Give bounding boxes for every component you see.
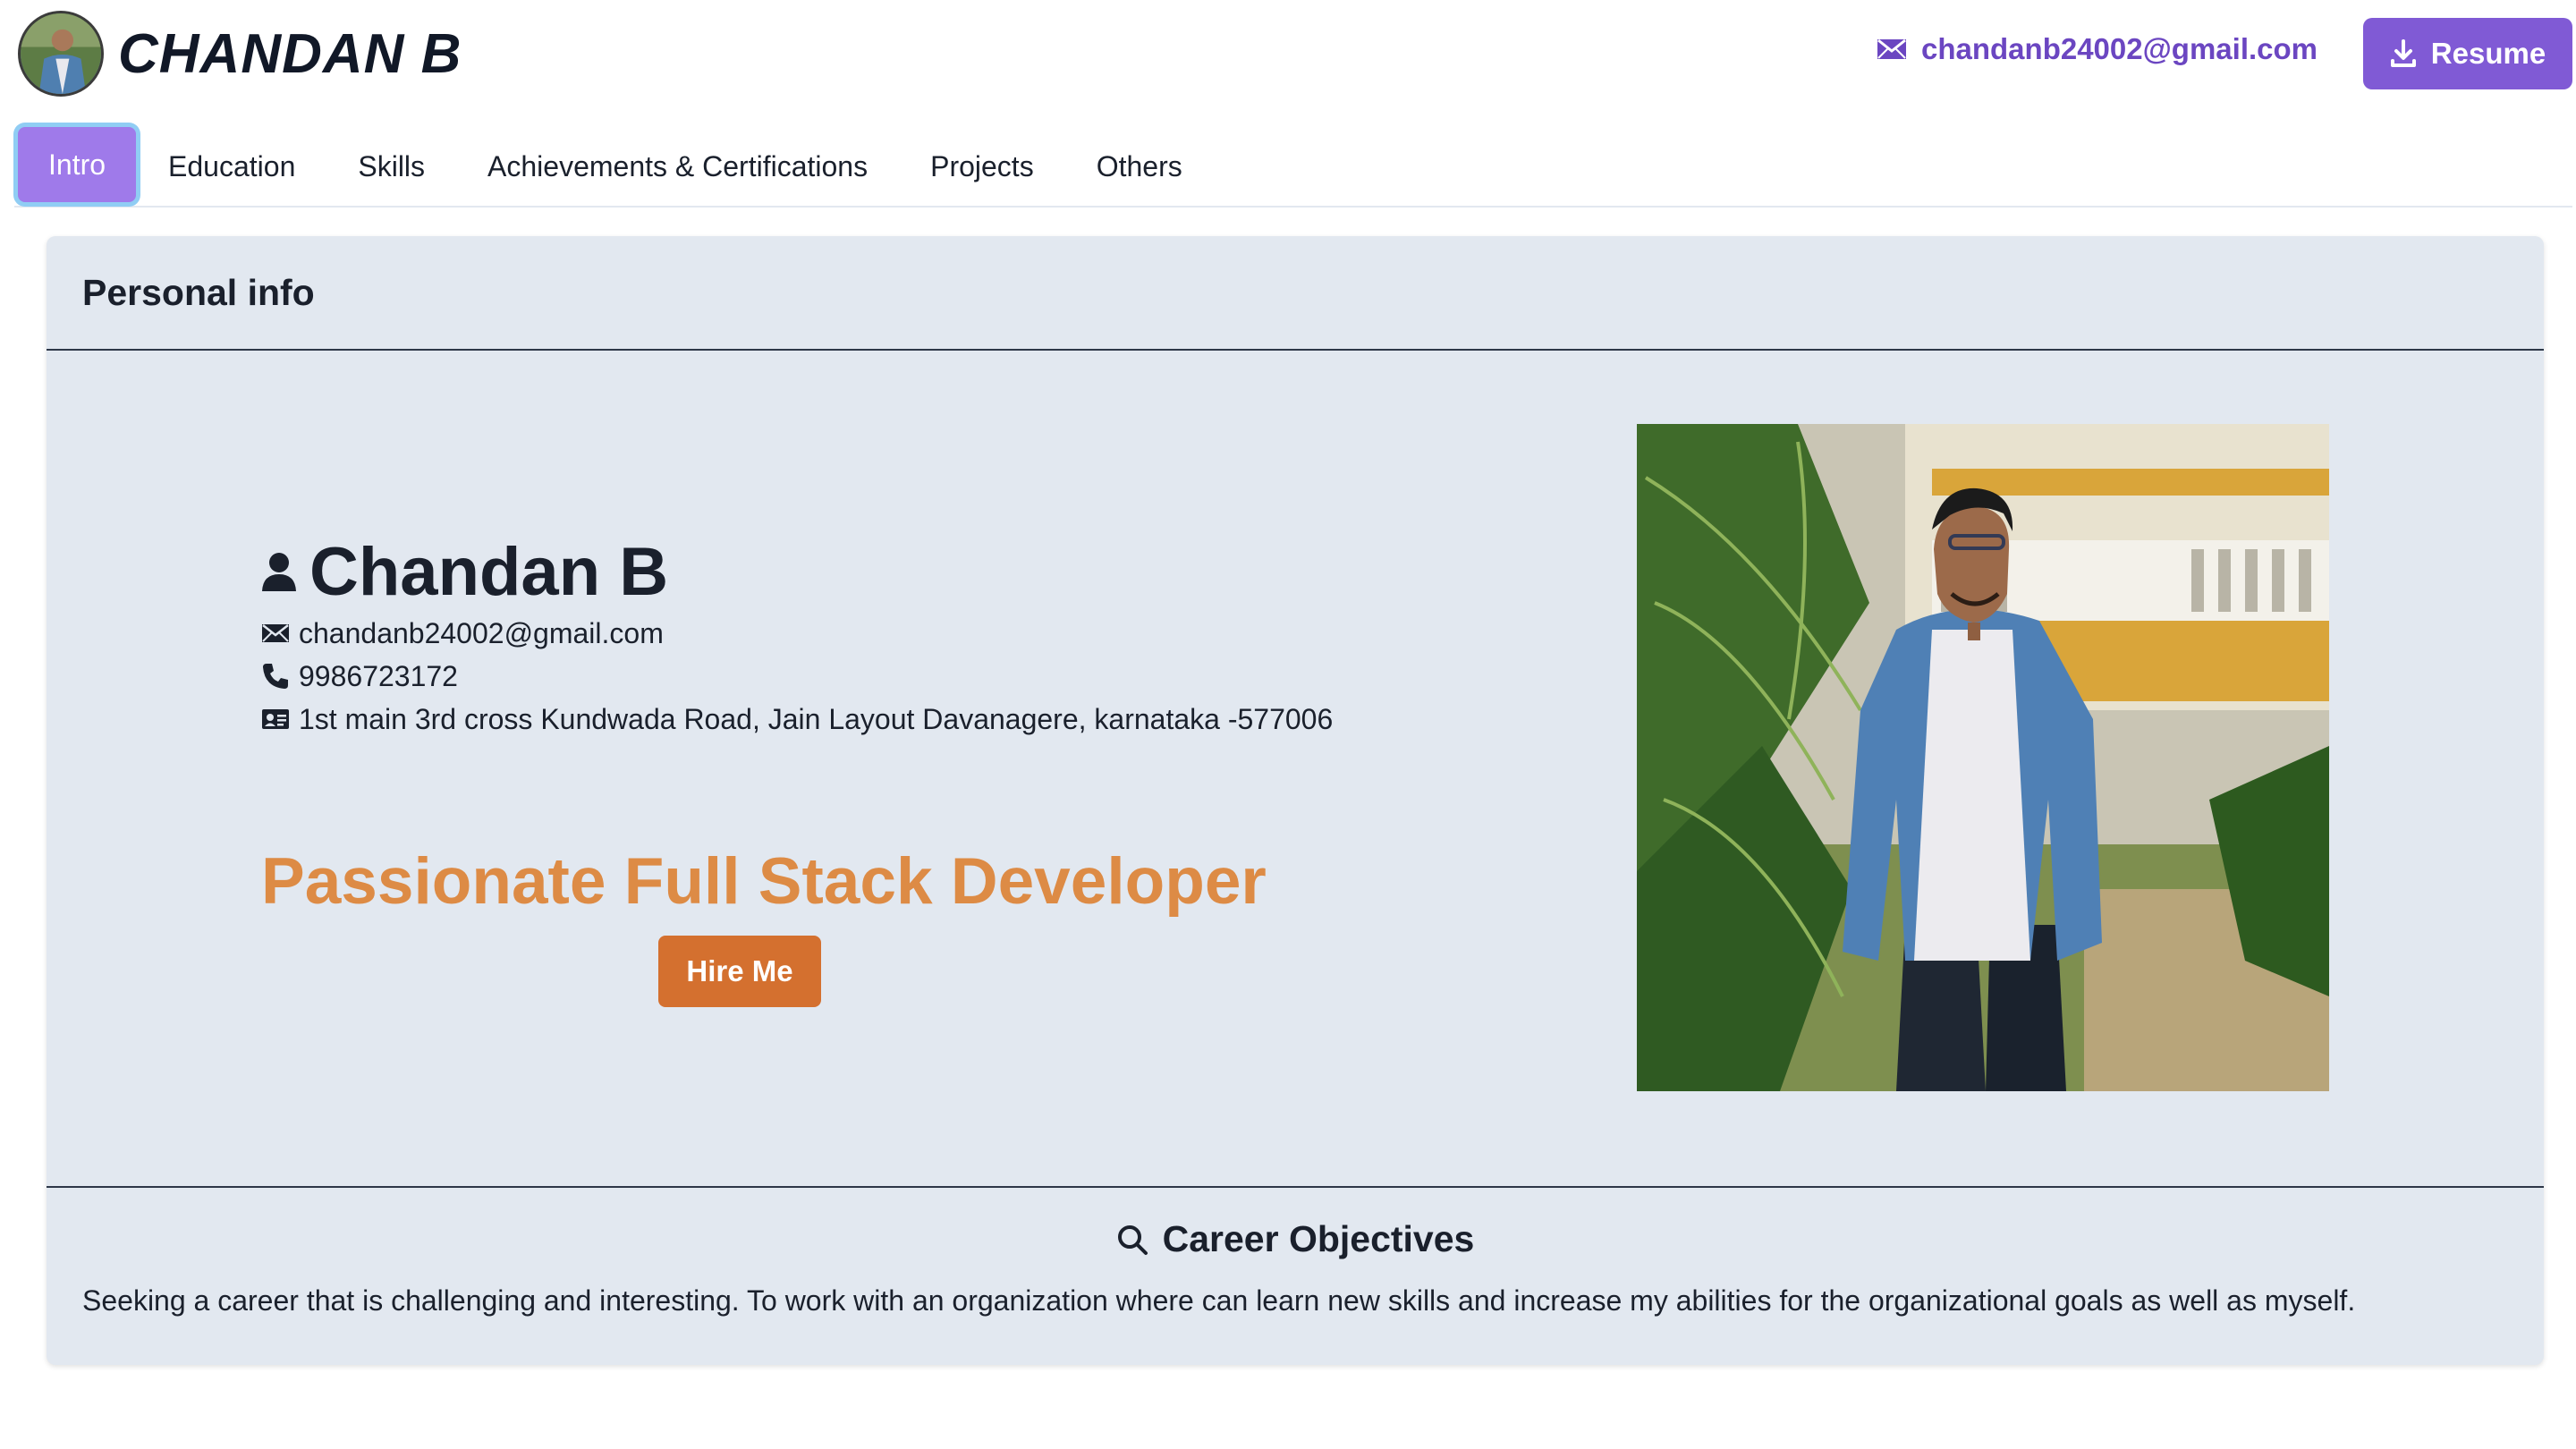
phone-icon xyxy=(261,662,299,691)
career-objectives-text: Seeking a career that is challenging and… xyxy=(82,1284,2356,1317)
envelope-icon xyxy=(1877,38,1907,61)
user-icon xyxy=(261,552,297,591)
section-tabs: Intro Education Skills Achievements & Ce… xyxy=(14,127,2572,208)
tagline: Passionate Full Stack Developer xyxy=(261,845,1267,918)
download-icon xyxy=(2390,39,2417,68)
tab-intro[interactable]: Intro xyxy=(18,127,137,202)
tab-achievements-certifications[interactable]: Achievements & Certifications xyxy=(457,127,898,206)
tab-skills[interactable]: Skills xyxy=(327,127,455,206)
profile-name-text: Chandan B xyxy=(309,533,669,610)
hire-me-button[interactable]: Hire Me xyxy=(658,936,821,1007)
tab-education[interactable]: Education xyxy=(138,127,326,206)
career-objectives-title: Career Objectives xyxy=(1162,1218,1475,1259)
tab-projects[interactable]: Projects xyxy=(900,127,1064,206)
profile-phone-text: 9986723172 xyxy=(299,659,458,692)
avatar-image xyxy=(21,13,101,94)
resume-download-button[interactable]: Resume xyxy=(2363,18,2572,89)
header-email-text: chandanb24002@gmail.com xyxy=(1921,32,2318,65)
top-header: CHANDAN B chandanb24002@gmail.com Resume xyxy=(0,0,2576,107)
profile-address-text: 1st main 3rd cross Kundwada Road, Jain L… xyxy=(299,702,1334,735)
contact-info: Chandan B chandanb24002@gmail.com 998672… xyxy=(261,531,1333,741)
search-icon xyxy=(1116,1224,1148,1256)
avatar xyxy=(18,11,104,97)
profile-phone: 9986723172 xyxy=(261,655,1333,698)
profile-email-text: chandanb24002@gmail.com xyxy=(299,616,664,649)
profile-address: 1st main 3rd cross Kundwada Road, Jain L… xyxy=(261,698,1333,741)
profile-name: Chandan B xyxy=(261,531,1333,612)
id-card-icon xyxy=(261,708,299,731)
section-title: Personal info xyxy=(82,271,315,313)
brand-name: CHANDAN B xyxy=(118,22,462,85)
profile-photo-image xyxy=(1637,424,2329,1091)
resume-label: Resume xyxy=(2430,37,2546,70)
profile-email: chandanb24002@gmail.com xyxy=(261,612,1333,655)
personal-info-card: Personal info Chandan B chandanb24002@gm… xyxy=(47,236,2544,1365)
card-divider xyxy=(47,1186,2544,1188)
brand[interactable]: CHANDAN B xyxy=(18,11,462,97)
header-email-link[interactable]: chandanb24002@gmail.com xyxy=(1877,32,2318,66)
card-header: Personal info xyxy=(47,236,2544,351)
envelope-icon xyxy=(261,623,299,644)
profile-photo xyxy=(1637,424,2329,1091)
tab-others[interactable]: Others xyxy=(1066,127,1213,206)
career-objectives-heading: Career Objectives xyxy=(47,1218,2544,1260)
